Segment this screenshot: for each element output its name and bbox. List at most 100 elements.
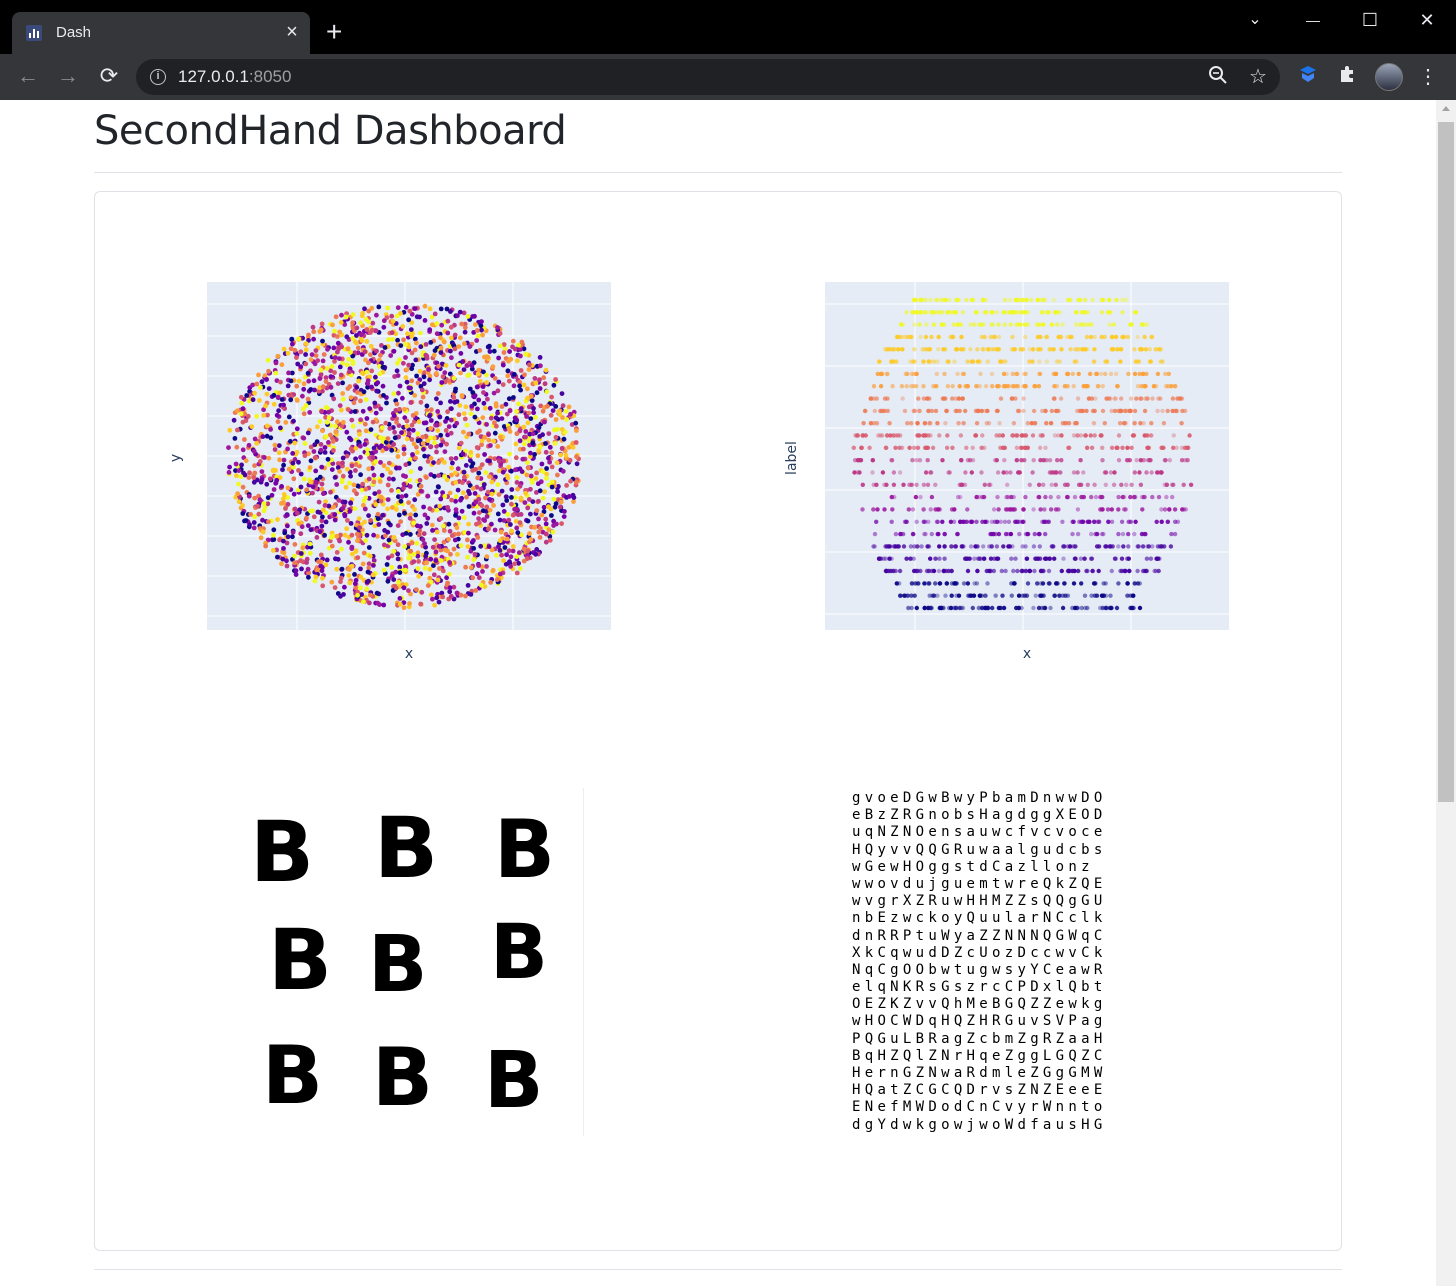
scatter-point xyxy=(408,385,413,391)
scatter-point xyxy=(321,491,326,497)
scatter-point xyxy=(395,305,401,311)
scatter-point xyxy=(1138,482,1144,487)
scatter-point xyxy=(421,420,427,426)
browser-menu-icon[interactable]: ⋮ xyxy=(1418,64,1438,90)
scatter-point xyxy=(475,333,481,339)
letter-grid-row: dgYdwkgowjwoWdfausHG xyxy=(852,1116,1107,1133)
scatter-point xyxy=(487,497,492,502)
scatter-point xyxy=(472,313,477,319)
scatter-point xyxy=(1126,519,1131,524)
scatter-point xyxy=(1074,310,1079,315)
page-scrollbar[interactable] xyxy=(1436,100,1456,1286)
scatter-point xyxy=(320,384,326,390)
scatter-point xyxy=(1006,519,1012,524)
scatter-point xyxy=(340,506,346,511)
scatter-point xyxy=(482,405,488,411)
scatter-point xyxy=(1116,494,1121,500)
scatter-point xyxy=(429,522,435,528)
scatter-point xyxy=(427,306,433,312)
scatter-point xyxy=(1043,531,1048,537)
scatter-point xyxy=(901,544,907,549)
scatter-point xyxy=(303,403,309,408)
letter-grid-row: nbEzwckoyQuularNCclk xyxy=(852,910,1107,927)
scatter-point xyxy=(482,452,487,457)
browser-tab[interactable]: Dash × xyxy=(12,12,310,54)
scatter-point xyxy=(226,470,232,475)
scatter-point xyxy=(495,410,500,416)
scatter-point xyxy=(293,568,299,574)
scatter-point xyxy=(900,347,905,352)
scatter-point xyxy=(542,419,547,425)
scatter-point xyxy=(304,515,309,521)
maximize-button[interactable]: ☐ xyxy=(1355,6,1385,34)
scrollbar-thumb[interactable] xyxy=(1438,122,1454,802)
scatter-point xyxy=(549,450,555,456)
scatter-point xyxy=(360,370,365,376)
scatter-point xyxy=(1067,445,1072,450)
scatter-point xyxy=(362,442,368,447)
tab-search-icon[interactable]: ⌄ xyxy=(1240,6,1270,34)
scatter-point xyxy=(1010,334,1015,340)
scatter-point xyxy=(534,508,540,513)
reload-button[interactable]: ⟳ xyxy=(95,62,123,90)
scatter-point xyxy=(375,380,381,386)
scatter-plot-xy[interactable]: y x xyxy=(160,280,630,670)
forward-button[interactable]: → xyxy=(54,62,82,90)
scatter-point xyxy=(337,538,342,544)
star-icon[interactable]: ☆ xyxy=(1246,65,1270,89)
scatter-point xyxy=(923,445,928,450)
scatter-point xyxy=(911,445,917,450)
scatter-point xyxy=(1137,605,1143,611)
scatter-point xyxy=(489,491,495,497)
scatter-point xyxy=(475,406,480,412)
scatter-point xyxy=(480,384,486,390)
scatter-point xyxy=(378,406,384,412)
scatter-point xyxy=(1139,396,1144,401)
shield-extension-icon[interactable] xyxy=(1295,64,1321,90)
scatter-point xyxy=(446,424,452,429)
scatter-point xyxy=(546,504,551,510)
zoom-icon[interactable] xyxy=(1206,65,1230,89)
letter-grid-row: uqNZNOensauwcfvcvoce xyxy=(852,824,1107,841)
scatter-point xyxy=(992,334,997,340)
site-info-icon[interactable]: i xyxy=(150,69,166,85)
scatter-point xyxy=(279,484,284,489)
scatter-point xyxy=(874,519,879,524)
close-window-button[interactable]: ✕ xyxy=(1412,6,1442,34)
new-tab-button[interactable]: + xyxy=(326,18,342,46)
scatter-point xyxy=(409,540,415,546)
scatter-point xyxy=(312,455,318,460)
scatter-point xyxy=(1044,556,1049,561)
profile-avatar[interactable] xyxy=(1375,63,1403,91)
scatter-point xyxy=(395,523,401,528)
puzzle-extension-icon[interactable] xyxy=(1335,64,1361,90)
scatter-point xyxy=(889,519,894,524)
back-button[interactable]: ← xyxy=(14,62,42,90)
scatter-point xyxy=(452,388,458,394)
scatter-point xyxy=(943,593,948,598)
scatter-point xyxy=(419,589,425,595)
scatter-point xyxy=(933,581,938,586)
scatter-point xyxy=(464,422,470,428)
scatter-point xyxy=(396,579,401,585)
scatter-point xyxy=(946,605,952,611)
scroll-up-arrow-icon[interactable] xyxy=(1442,106,1450,111)
scatter-point xyxy=(381,602,387,608)
scatter-point xyxy=(511,383,517,389)
scatter-point xyxy=(461,469,467,475)
scatter-point xyxy=(981,605,986,611)
tab-close-icon[interactable]: × xyxy=(282,20,302,44)
scatter-point xyxy=(942,371,947,377)
scatter-point xyxy=(1031,507,1036,512)
scatter-point xyxy=(227,464,232,470)
scatter-point xyxy=(389,330,395,336)
scatter-point xyxy=(554,460,560,466)
url-text[interactable]: 127.0.0.1:8050 xyxy=(178,67,291,87)
minimize-button[interactable]: — xyxy=(1298,6,1328,34)
scatter-point xyxy=(934,371,939,377)
scatter-point xyxy=(284,563,290,569)
address-bar[interactable]: i 127.0.0.1:8050 ☆ xyxy=(136,59,1280,95)
scatter-plot-label[interactable]: label x xyxy=(778,280,1248,670)
scatter-point xyxy=(424,560,429,566)
scatter-point xyxy=(1118,347,1124,352)
